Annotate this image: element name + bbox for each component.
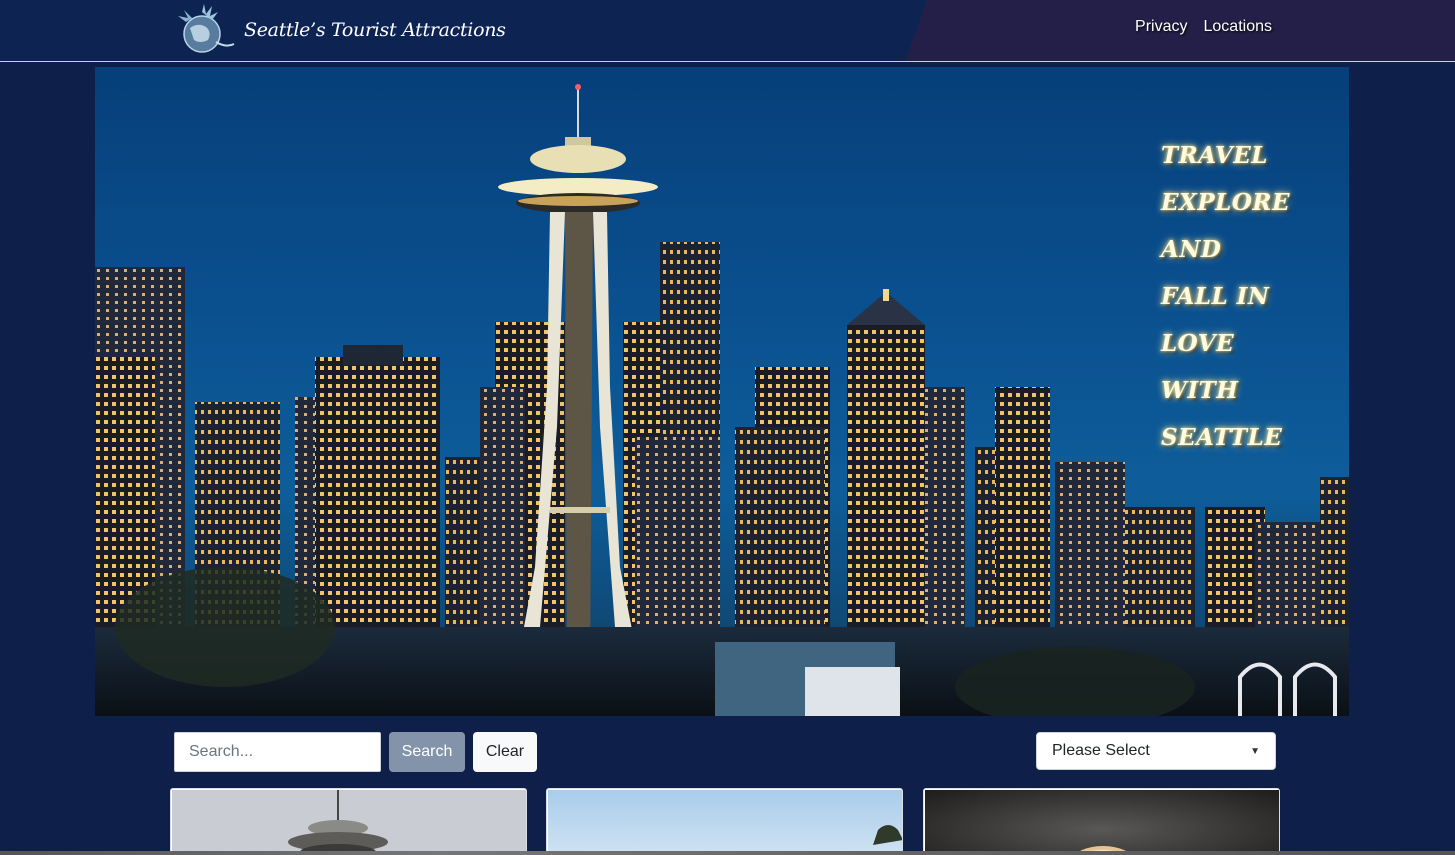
location-select[interactable]: Please Select ▼: [1036, 732, 1276, 770]
select-value: Please Select: [1052, 742, 1150, 759]
nav-links: Privacy Locations: [1135, 18, 1272, 36]
page-bottom-edge: [0, 851, 1455, 855]
globe-logo-icon: [178, 4, 235, 53]
navbar: Seattle’s Tourist Attractions Privacy Lo…: [0, 0, 1455, 62]
tagline-line: TRAVEL: [1161, 142, 1268, 169]
tagline-line: EXPLORE: [1161, 189, 1291, 216]
tagline-line: LOVE: [1161, 330, 1235, 357]
nav-link-locations[interactable]: Locations: [1204, 18, 1273, 36]
tagline-line: WITH: [1161, 377, 1239, 404]
brand-title: Seattle’s Tourist Attractions: [244, 19, 506, 41]
attraction-card[interactable]: [923, 788, 1280, 855]
attraction-card[interactable]: [546, 788, 903, 855]
hero-banner: TRAVEL EXPLORE AND FALL IN LOVE WITH SEA…: [95, 67, 1349, 716]
search-button[interactable]: Search: [389, 732, 465, 772]
tagline-line: AND: [1161, 236, 1222, 263]
card-image: [925, 790, 1279, 855]
chevron-down-icon: ▼: [1250, 745, 1260, 757]
tagline-line: SEATTLE: [1161, 424, 1283, 451]
attraction-card[interactable]: [170, 788, 527, 855]
clear-button[interactable]: Clear: [473, 732, 537, 772]
search-input[interactable]: [174, 732, 381, 772]
tagline-line: FALL IN: [1161, 283, 1270, 310]
card-image: [172, 790, 526, 855]
brand-link[interactable]: Seattle’s Tourist Attractions: [172, 2, 506, 58]
card-image: [548, 790, 902, 855]
nav-link-privacy[interactable]: Privacy: [1135, 18, 1187, 36]
hero-tagline: TRAVEL EXPLORE AND FALL IN LOVE WITH SEA…: [1161, 137, 1290, 456]
